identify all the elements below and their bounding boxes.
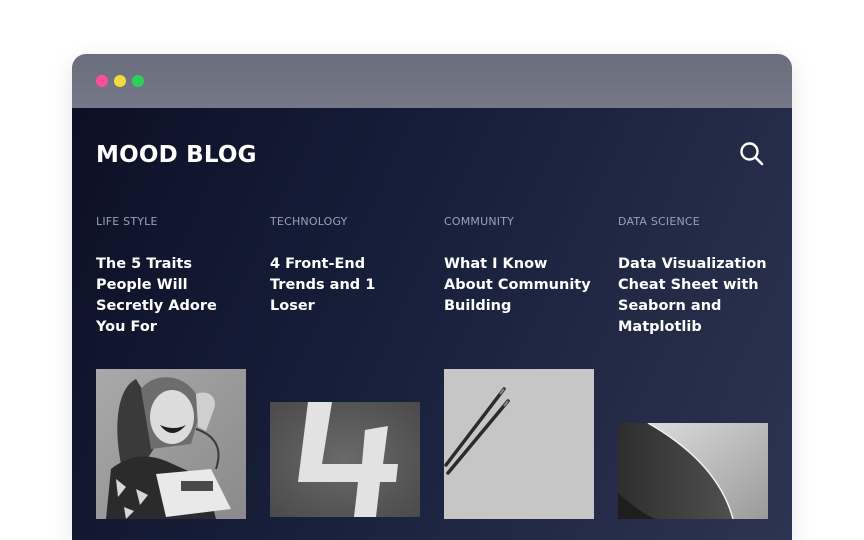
blog-page: MOOD BLOG LIFE STYLE The 5 Traits People… — [72, 108, 792, 540]
woman-with-telephone-photo — [96, 369, 246, 519]
post-thumbnail[interactable] — [270, 402, 420, 517]
window-maximize-button[interactable] — [132, 75, 144, 87]
window-minimize-button[interactable] — [114, 75, 126, 87]
post-title[interactable]: 4 Front-End Trends and 1 Loser — [270, 254, 420, 317]
post-title[interactable]: What I Know About Community Building — [444, 254, 594, 317]
window-titlebar — [72, 54, 792, 108]
post-category[interactable]: DATA SCIENCE — [618, 215, 700, 229]
post-card: TECHNOLOGY 4 Front-End Trends and 1 Lose… — [270, 108, 420, 540]
post-thumbnail[interactable] — [96, 369, 246, 519]
number-four-photo — [270, 402, 420, 517]
post-thumbnail[interactable] — [618, 423, 768, 519]
window-close-button[interactable] — [96, 75, 108, 87]
post-category[interactable]: TECHNOLOGY — [270, 215, 348, 229]
post-title[interactable]: The 5 Traits People Will Secretly Adore … — [96, 254, 246, 338]
browser-window: MOOD BLOG LIFE STYLE The 5 Traits People… — [72, 54, 792, 540]
pencils-photo — [444, 369, 594, 519]
post-thumbnail[interactable] — [444, 369, 594, 519]
post-card: COMMUNITY What I Know About Community Bu… — [444, 108, 594, 540]
abstract-curve-photo — [618, 423, 768, 519]
post-category[interactable]: COMMUNITY — [444, 215, 514, 229]
post-card: LIFE STYLE The 5 Traits People Will Secr… — [96, 108, 246, 540]
post-category[interactable]: LIFE STYLE — [96, 215, 158, 229]
post-card: DATA SCIENCE Data Visualization Cheat Sh… — [618, 108, 768, 540]
post-title[interactable]: Data Visualization Cheat Sheet with Seab… — [618, 254, 768, 338]
